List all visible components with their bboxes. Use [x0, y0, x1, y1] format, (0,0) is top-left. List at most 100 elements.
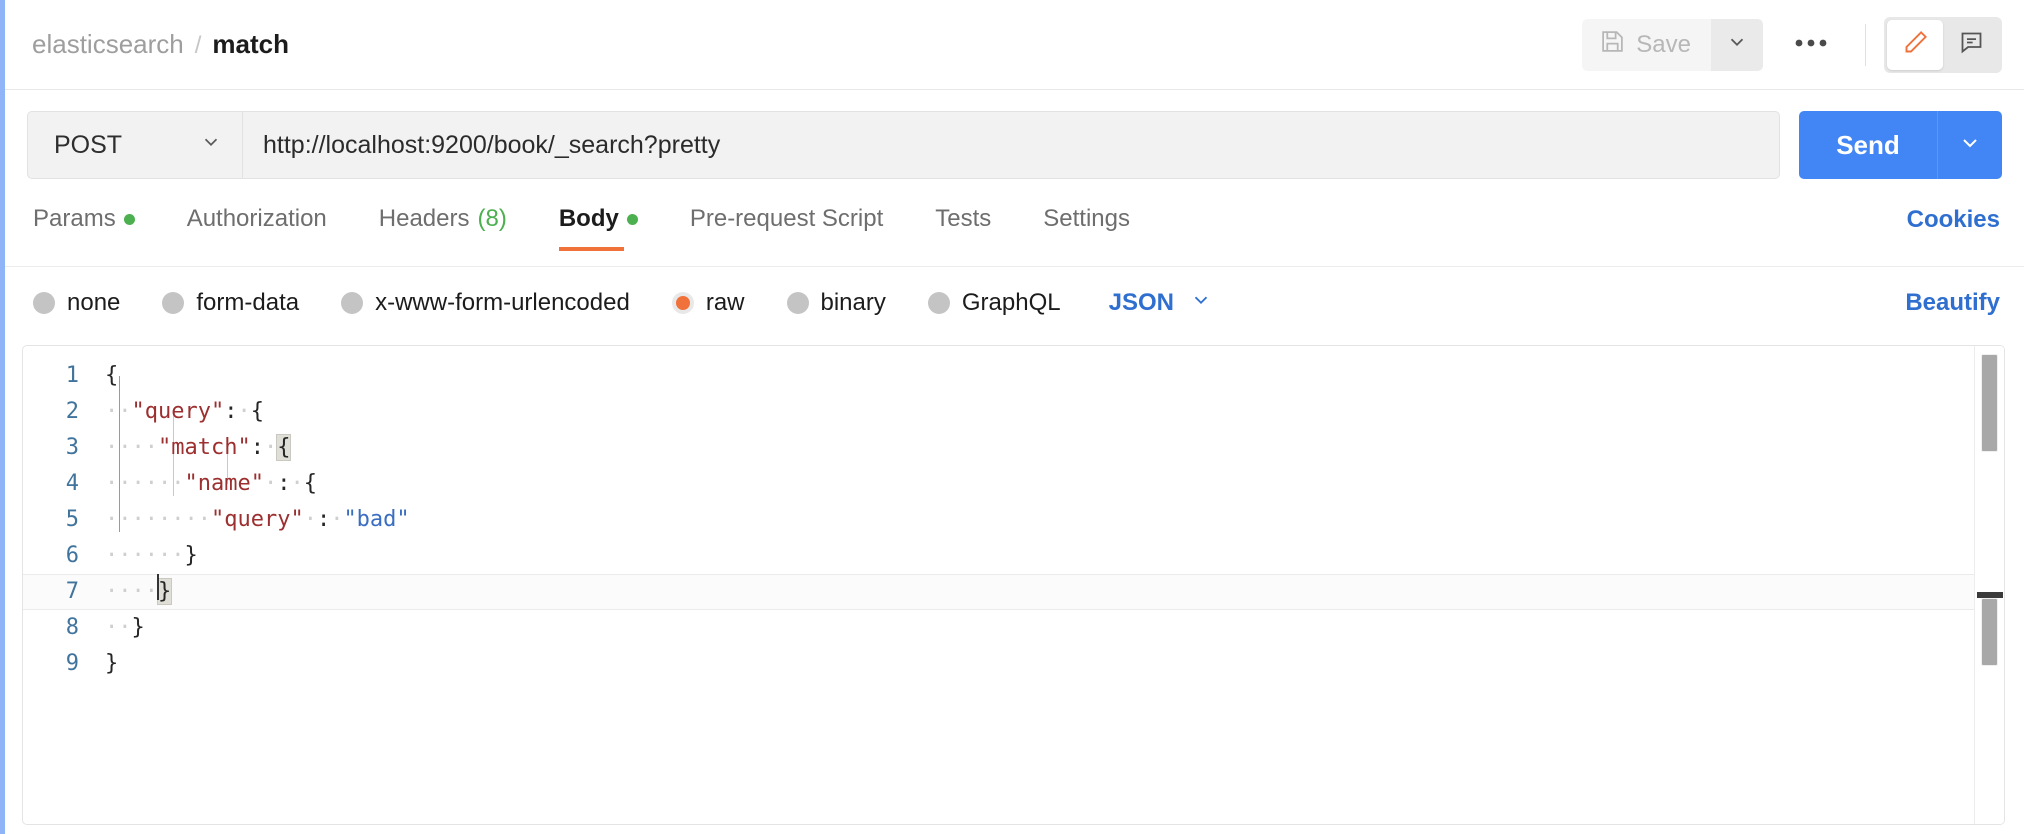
request-tabs: Params Authorization Headers (8) Body Pr…: [5, 205, 2024, 267]
tab-body[interactable]: Body: [559, 205, 638, 251]
body-type-none-label: none: [67, 289, 120, 317]
edit-mode-button[interactable]: [1887, 20, 1943, 70]
tab-pre-request-script-label: Pre-request Script: [690, 205, 883, 233]
line-content: ······}: [91, 538, 198, 574]
breadcrumb-separator: /: [195, 32, 202, 60]
header-divider: [1865, 24, 1866, 66]
code-line: 8 ··}: [23, 610, 2004, 646]
radio-icon: [162, 292, 184, 314]
line-content: ····"match":·{: [91, 430, 290, 466]
chevron-down-icon: [200, 131, 222, 160]
language-select[interactable]: JSON: [1109, 289, 1212, 318]
url-input[interactable]: http://localhost:9200/book/_search?prett…: [242, 111, 1780, 179]
line-content: {: [91, 358, 118, 394]
line-number: 4: [23, 466, 91, 502]
line-number: 2: [23, 394, 91, 430]
radio-icon: [928, 292, 950, 314]
save-options-button[interactable]: [1711, 19, 1763, 71]
line-content: ····}: [91, 574, 171, 610]
tab-settings-label: Settings: [1043, 205, 1130, 233]
line-content: ······"name"·:·{: [91, 466, 317, 502]
pencil-icon: [1902, 29, 1929, 61]
send-options-button[interactable]: [1937, 111, 2002, 179]
body-type-form-data[interactable]: form-data: [162, 289, 299, 317]
code-line-active: 7 ····}: [23, 574, 2004, 610]
chevron-down-icon: [1190, 289, 1212, 318]
code-line: 3 ····"match":·{: [23, 430, 2004, 466]
line-number: 1: [23, 358, 91, 394]
code-line: 6 ······}: [23, 538, 2004, 574]
ellipsis-icon: [1794, 36, 1828, 54]
code-line: 1 {: [23, 358, 2004, 394]
scrollbar-thumb-secondary[interactable]: [1981, 598, 1998, 666]
more-actions-button[interactable]: [1775, 19, 1847, 71]
line-content: }: [91, 646, 118, 682]
text-cursor: [157, 574, 159, 600]
floppy-disk-icon: [1600, 29, 1625, 61]
tab-params[interactable]: Params: [33, 205, 135, 251]
save-button[interactable]: Save: [1582, 19, 1711, 71]
save-button-label: Save: [1636, 31, 1691, 59]
line-content: ··"query":·{: [91, 394, 264, 430]
tab-pre-request-script[interactable]: Pre-request Script: [690, 205, 883, 251]
code-line: 5 ········"query"·:·"bad": [23, 502, 2004, 538]
body-type-form-data-label: form-data: [196, 289, 299, 317]
tab-headers-count: (8): [478, 205, 507, 233]
status-dot-icon: [124, 214, 135, 225]
tab-headers-label: Headers: [379, 205, 470, 233]
radio-selected-icon: [672, 292, 694, 314]
request-header: elasticsearch / match Save: [5, 0, 2024, 90]
beautify-link[interactable]: Beautify: [1905, 289, 2000, 316]
header-actions: Save: [1582, 17, 2002, 73]
status-dot-icon: [627, 214, 638, 225]
body-type-raw[interactable]: raw: [672, 289, 745, 317]
radio-icon: [787, 292, 809, 314]
body-type-urlencoded-label: x-www-form-urlencoded: [375, 289, 630, 317]
tab-authorization[interactable]: Authorization: [187, 205, 327, 251]
tab-params-label: Params: [33, 205, 116, 233]
scrollbar-thumb[interactable]: [1981, 354, 1998, 452]
code-line: 2 ··"query":·{: [23, 394, 2004, 430]
line-content: ········"query"·:·"bad": [91, 502, 410, 538]
cookies-link[interactable]: Cookies: [1907, 206, 2000, 233]
line-content: ··}: [91, 610, 145, 646]
tab-headers[interactable]: Headers (8): [379, 205, 507, 251]
comment-mode-button[interactable]: [1943, 20, 1999, 70]
tabs-right-actions: Cookies: [1907, 205, 2000, 234]
request-body-editor[interactable]: 1 { 2 ··"query":·{ 3 ····"match":·{ 4 ··…: [22, 345, 2005, 825]
body-right-actions: Beautify: [1905, 289, 2000, 317]
body-type-selector: none form-data x-www-form-urlencoded raw…: [5, 272, 2024, 334]
line-number: 6: [23, 538, 91, 574]
comment-icon: [1958, 29, 1985, 61]
method-select[interactable]: POST: [27, 111, 242, 179]
code-area[interactable]: 1 { 2 ··"query":·{ 3 ····"match":·{ 4 ··…: [23, 346, 2004, 682]
code-line: 9 }: [23, 646, 2004, 682]
language-select-value: JSON: [1109, 289, 1174, 317]
view-mode-group: [1884, 17, 2002, 73]
tab-tests[interactable]: Tests: [935, 205, 991, 251]
body-type-urlencoded[interactable]: x-www-form-urlencoded: [341, 289, 630, 317]
body-type-binary-label: binary: [821, 289, 886, 317]
tab-settings[interactable]: Settings: [1043, 205, 1130, 251]
body-type-none[interactable]: none: [33, 289, 120, 317]
tab-authorization-label: Authorization: [187, 205, 327, 233]
body-type-graphql[interactable]: GraphQL: [928, 289, 1061, 317]
body-type-binary[interactable]: binary: [787, 289, 886, 317]
line-number: 7: [23, 574, 91, 610]
line-number: 9: [23, 646, 91, 682]
editor-vertical-scrollbar[interactable]: [1974, 346, 2004, 824]
line-number: 3: [23, 430, 91, 466]
tab-tests-label: Tests: [935, 205, 991, 233]
url-bar: POST http://localhost:9200/book/_search?…: [5, 110, 2024, 180]
breadcrumb-collection[interactable]: elasticsearch: [32, 29, 184, 60]
breadcrumb: elasticsearch / match: [32, 29, 289, 60]
method-select-value: POST: [54, 131, 122, 160]
code-line: 4 ······"name"·:·{: [23, 466, 2004, 502]
page-title: match: [212, 29, 289, 60]
body-type-graphql-label: GraphQL: [962, 289, 1061, 317]
line-number: 8: [23, 610, 91, 646]
send-button[interactable]: Send: [1799, 111, 1937, 179]
chevron-down-icon: [1726, 31, 1748, 58]
body-type-raw-label: raw: [706, 289, 745, 317]
chevron-down-icon: [1958, 131, 1982, 160]
